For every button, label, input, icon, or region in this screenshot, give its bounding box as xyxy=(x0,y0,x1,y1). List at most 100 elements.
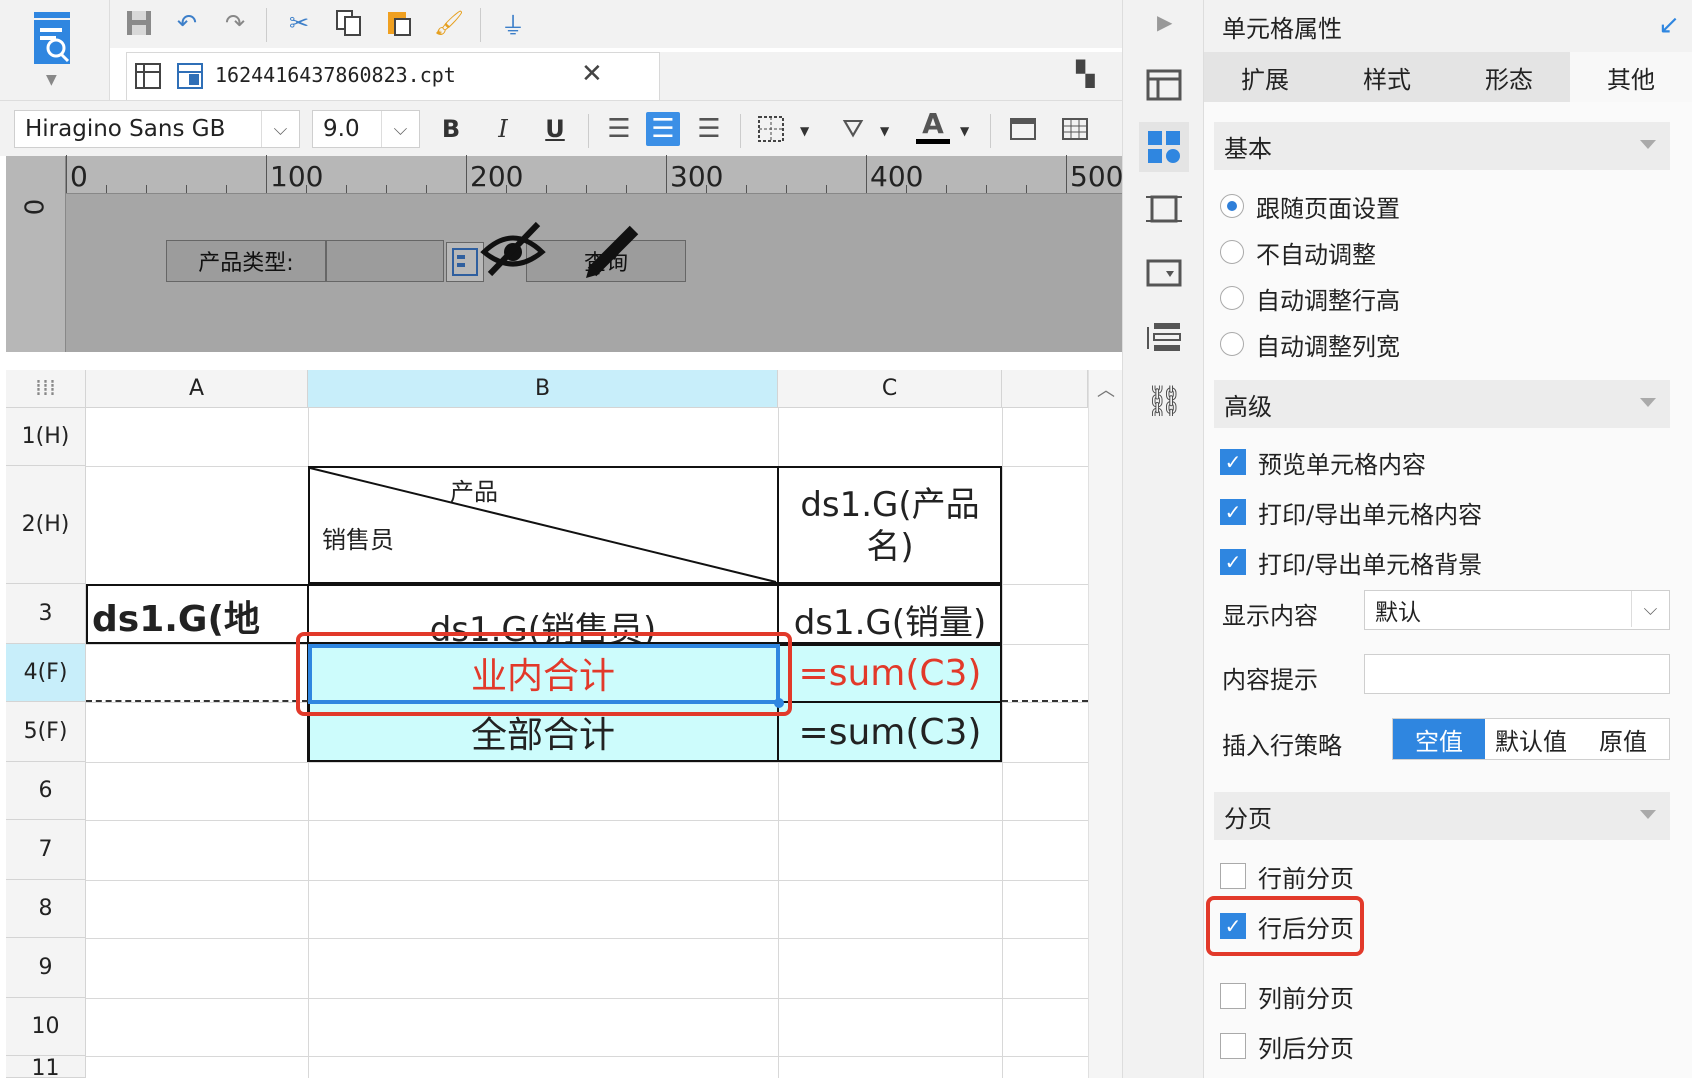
row-header-10[interactable]: 10 xyxy=(6,998,86,1056)
checkbox[interactable] xyxy=(1220,863,1246,889)
paste-icon[interactable] xyxy=(382,6,416,40)
chevron-down-icon[interactable]: ⌵ xyxy=(261,111,299,147)
redo-icon[interactable]: ↷ xyxy=(218,6,252,40)
close-icon[interactable]: ✕ xyxy=(581,59,603,89)
radio-no-auto[interactable]: 不自动调整 xyxy=(1220,232,1376,272)
italic-button[interactable]: I xyxy=(486,112,520,146)
cell-c3[interactable]: ds1.G(销量) xyxy=(780,586,1000,643)
row-header-6[interactable]: 6 xyxy=(6,762,86,820)
checkbox-preview-content[interactable]: ✓ 预览单元格内容 xyxy=(1220,442,1426,482)
cell-c2[interactable]: ds1.G(产品名) xyxy=(780,470,1000,582)
underline-button[interactable]: U xyxy=(538,112,572,146)
fill-color-icon[interactable]: ⛛ xyxy=(836,112,870,146)
radio-auto-col-width[interactable]: 自动调整列宽 xyxy=(1220,324,1400,364)
widget-settings-icon[interactable] xyxy=(446,242,484,282)
checkbox[interactable] xyxy=(1220,1033,1246,1059)
section-basic[interactable]: 基本 xyxy=(1214,122,1670,170)
cut-icon[interactable]: ✂ xyxy=(282,6,316,40)
row-header-4[interactable]: 4(F) xyxy=(6,644,86,702)
vertical-scrollbar[interactable]: ︿ xyxy=(1088,370,1122,1078)
chevron-down-icon[interactable]: ▼ xyxy=(46,72,57,88)
insert-option-null[interactable]: 空值 xyxy=(1393,719,1485,759)
undo-icon[interactable]: ↶ xyxy=(170,6,204,40)
cell-c5[interactable]: =sum(C3) xyxy=(780,704,1000,760)
tab-style[interactable]: 样式 xyxy=(1326,52,1448,102)
radio-button[interactable] xyxy=(1220,240,1244,264)
radio-button[interactable] xyxy=(1220,332,1244,356)
row-header-2[interactable]: 2(H) xyxy=(6,466,86,584)
element-border-icon[interactable] xyxy=(1139,184,1189,234)
split-cells-icon[interactable] xyxy=(1058,112,1092,146)
product-type-combo[interactable] xyxy=(326,240,444,282)
checkbox[interactable]: ✓ xyxy=(1220,549,1246,575)
radio-button[interactable] xyxy=(1220,286,1244,310)
chevron-down-icon[interactable] xyxy=(1640,398,1656,407)
column-header-c[interactable]: C xyxy=(778,370,1002,408)
align-right-icon[interactable]: ☰ xyxy=(692,112,726,146)
section-advanced[interactable]: 高级 xyxy=(1214,380,1670,428)
checkbox-print-content[interactable]: ✓ 打印/导出单元格内容 xyxy=(1220,492,1482,532)
checkbox[interactable]: ✓ xyxy=(1220,499,1246,525)
tab-other[interactable]: 其他 xyxy=(1570,52,1692,102)
copy-icon[interactable] xyxy=(332,6,366,40)
column-header-b[interactable]: B xyxy=(308,370,778,408)
radio-button[interactable] xyxy=(1220,194,1244,218)
radio-auto-row-height[interactable]: 自动调整行高 xyxy=(1220,278,1400,318)
checkbox[interactable] xyxy=(1220,983,1246,1009)
border-icon[interactable] xyxy=(754,112,788,146)
chevron-down-icon[interactable] xyxy=(1640,810,1656,819)
plugin-icon[interactable]: ⏚ xyxy=(496,6,530,40)
row-header-11[interactable]: 11 xyxy=(6,1056,86,1078)
chevron-down-icon[interactable]: ⌵ xyxy=(1631,591,1669,627)
checkbox[interactable]: ✓ xyxy=(1220,449,1246,475)
row-header-1[interactable]: 1(H) xyxy=(6,408,86,466)
radio-follow-page[interactable]: 跟随页面设置 xyxy=(1220,186,1400,226)
row-header-3[interactable]: 3 xyxy=(6,584,86,644)
checkbox-page-after-col[interactable]: 列后分页 xyxy=(1220,1026,1354,1066)
chevron-down-icon[interactable]: ▼ xyxy=(800,124,809,138)
tab-menu-icon[interactable]: ▚ xyxy=(1076,60,1094,88)
chevron-down-icon[interactable]: ▼ xyxy=(960,124,969,138)
display-content-select[interactable]: 默认 ⌵ xyxy=(1364,590,1670,630)
format-painter-icon[interactable]: 🖌 xyxy=(432,6,466,40)
row-header-7[interactable]: 7 xyxy=(6,820,86,880)
cell-a3[interactable]: ds1.G(地 xyxy=(88,586,306,642)
row-header-8[interactable]: 8 xyxy=(6,880,86,938)
save-icon[interactable] xyxy=(122,6,156,40)
row-header-5[interactable]: 5(F) xyxy=(6,702,86,762)
bold-button[interactable]: B xyxy=(434,112,468,146)
checkbox-page-before-col[interactable]: 列前分页 xyxy=(1220,976,1354,1016)
font-color-icon[interactable]: A xyxy=(916,107,950,144)
layout-list-icon[interactable] xyxy=(1139,312,1189,362)
tab-expand[interactable]: 扩展 xyxy=(1204,52,1326,102)
align-center-icon[interactable]: ☰ xyxy=(646,112,680,146)
font-size-select[interactable]: 9.0 ⌵ xyxy=(312,110,420,148)
grid-layout-icon[interactable] xyxy=(133,61,163,91)
chevron-down-icon[interactable]: ⌵ xyxy=(381,111,419,147)
row-header-9[interactable]: 9 xyxy=(6,938,86,998)
chevron-down-icon[interactable] xyxy=(1640,140,1656,149)
insert-option-default[interactable]: 默认值 xyxy=(1485,719,1577,759)
section-pagination[interactable]: 分页 xyxy=(1214,792,1670,840)
widget-library-icon[interactable] xyxy=(1139,60,1189,110)
checkbox-print-background[interactable]: ✓ 打印/导出单元格背景 xyxy=(1220,542,1482,582)
merge-cells-icon[interactable] xyxy=(1006,112,1040,146)
content-tooltip-input[interactable] xyxy=(1364,654,1670,694)
file-tab[interactable]: 1624416437860823.cpt ✕ xyxy=(126,52,660,100)
tab-widget[interactable]: 形态 xyxy=(1448,52,1570,102)
collapse-panel-icon[interactable]: ↙ xyxy=(1658,10,1680,40)
collapse-arrow-icon[interactable]: ▶ xyxy=(1157,10,1172,34)
chevron-down-icon[interactable]: ▼ xyxy=(880,124,889,138)
checkbox-page-before-row[interactable]: 行前分页 xyxy=(1220,856,1354,896)
column-header-a[interactable]: A xyxy=(86,370,308,408)
report-preview-icon[interactable] xyxy=(28,10,76,68)
cell-c4[interactable]: =sum(C3) xyxy=(780,646,1000,700)
chevron-up-icon[interactable]: ︿ xyxy=(1097,376,1115,402)
align-left-icon[interactable]: ☰ xyxy=(602,112,636,146)
font-family-select[interactable]: Hiragino Sans GB ⌵ xyxy=(14,110,300,148)
dropdown-widget-icon[interactable] xyxy=(1139,248,1189,298)
insert-option-original[interactable]: 原值 xyxy=(1577,719,1669,759)
cell-properties-icon[interactable] xyxy=(1139,122,1189,172)
select-all-corner[interactable]: ⁞⁞⁞ xyxy=(6,370,86,408)
hyperlink-icon[interactable]: ⛓ xyxy=(1139,376,1189,426)
